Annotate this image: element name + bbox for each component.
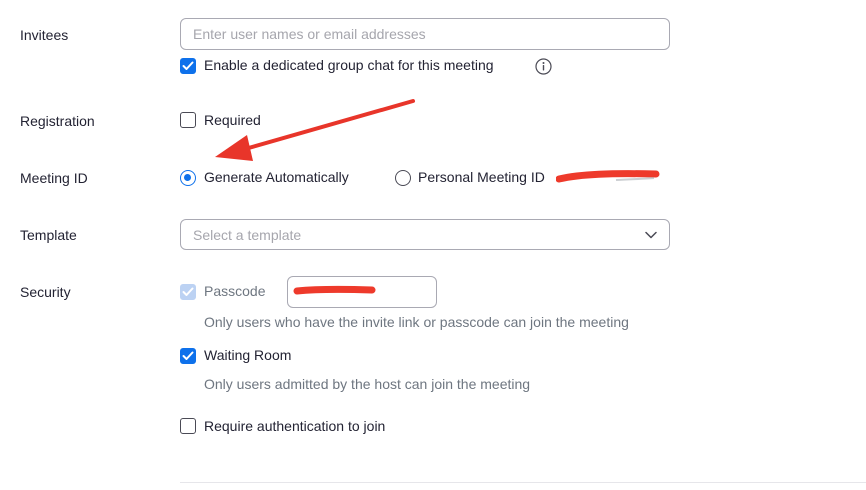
annotation-arrow <box>215 99 415 161</box>
waiting-room-label: Waiting Room <box>204 347 292 363</box>
check-icon <box>182 61 194 70</box>
template-select[interactable]: Select a template <box>180 219 670 250</box>
passcode-label: Passcode <box>204 283 266 299</box>
meeting-id-label: Meeting ID <box>20 170 88 186</box>
require-auth-checkbox[interactable] <box>180 418 196 434</box>
invitees-label: Invitees <box>20 27 69 43</box>
template-label: Template <box>20 227 77 243</box>
invitees-input[interactable] <box>180 18 670 50</box>
template-select-placeholder: Select a template <box>193 226 302 243</box>
redaction-mark <box>556 170 660 183</box>
personal-meeting-id-radio[interactable] <box>395 170 411 186</box>
waiting-room-checkbox[interactable] <box>180 348 196 364</box>
required-checkbox[interactable] <box>180 112 196 128</box>
check-icon <box>182 287 194 296</box>
passcode-redaction-mark <box>293 285 376 295</box>
generate-automatically-radio[interactable] <box>180 170 196 186</box>
passcode-hint: Only users who have the invite link or p… <box>204 314 629 330</box>
check-icon <box>182 351 194 360</box>
info-icon[interactable] <box>535 58 552 75</box>
group-chat-label: Enable a dedicated group chat for this m… <box>204 57 494 73</box>
security-label: Security <box>20 284 71 300</box>
personal-meeting-id-label: Personal Meeting ID <box>418 169 545 185</box>
passcode-checkbox <box>180 284 196 300</box>
registration-label: Registration <box>20 113 95 129</box>
chevron-down-icon <box>645 231 657 238</box>
require-auth-label: Require authentication to join <box>204 418 386 434</box>
group-chat-checkbox[interactable] <box>180 58 196 74</box>
waiting-room-hint: Only users admitted by the host can join… <box>204 376 531 392</box>
generate-automatically-label: Generate Automatically <box>204 169 349 185</box>
section-divider <box>180 482 866 483</box>
